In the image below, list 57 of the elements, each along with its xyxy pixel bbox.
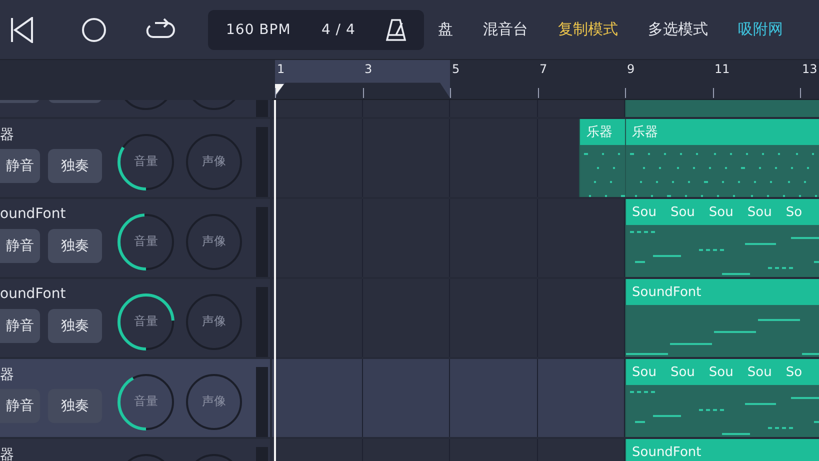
track-name: 器 bbox=[0, 126, 15, 144]
clip-label: 乐器 bbox=[586, 124, 612, 141]
clip-label: SoundFont bbox=[632, 444, 702, 460]
ruler-number: 9 bbox=[627, 62, 635, 76]
pan-knob[interactable]: 声像 bbox=[184, 292, 244, 352]
timeline-ruler[interactable]: 1 3 5 7 9 11 13 bbox=[272, 60, 819, 100]
track-name: 器 bbox=[0, 366, 15, 384]
track-header[interactable]: 器 bbox=[0, 439, 270, 461]
clip-label: Sou bbox=[708, 204, 734, 220]
metronome-icon[interactable] bbox=[386, 18, 406, 42]
menu-item[interactable]: 多选模式 bbox=[648, 20, 708, 39]
clip-label: So bbox=[786, 204, 802, 220]
pan-knob[interactable]: 声像 bbox=[184, 212, 244, 272]
menu-item[interactable]: 复制模式 bbox=[558, 20, 618, 39]
ruler-number: 3 bbox=[364, 62, 372, 76]
clip-label: Sou bbox=[632, 364, 656, 380]
clip-label: SoundFont bbox=[632, 284, 702, 300]
solo-button[interactable]: 独奏 bbox=[48, 309, 102, 343]
volume-knob[interactable]: 音量 bbox=[116, 212, 176, 272]
solo-button[interactable]: 独奏 bbox=[48, 389, 102, 423]
tempo-text[interactable]: 160 BPM bbox=[226, 22, 291, 38]
volume-knob[interactable]: 音量 bbox=[116, 292, 176, 352]
track-name: oundFont bbox=[0, 206, 67, 224]
menu-item[interactable]: 混音台 bbox=[483, 20, 528, 39]
clip-label: Sou bbox=[708, 364, 734, 380]
track-header[interactable]: oundFont 静音 独奏 音量 声像 bbox=[0, 279, 270, 357]
pan-knob[interactable]: 声像 bbox=[184, 132, 244, 192]
clip-label: Sou bbox=[747, 204, 772, 220]
menu-item[interactable]: 盘 bbox=[438, 20, 453, 39]
clip-label: Sou bbox=[670, 204, 695, 220]
track-name: 器 bbox=[0, 446, 15, 461]
ruler-number: 5 bbox=[452, 62, 460, 76]
solo-button[interactable]: 独奏 bbox=[48, 149, 102, 183]
clip-label: Sou bbox=[632, 204, 656, 220]
ruler-number: 11 bbox=[714, 62, 730, 76]
track-name: oundFont bbox=[0, 286, 67, 304]
track-header[interactable]: oundFont 静音 独奏 音量 声像 bbox=[0, 199, 270, 277]
volume-knob[interactable]: 音量 bbox=[116, 132, 176, 192]
level-meter bbox=[256, 366, 268, 436]
ruler-number: 1 bbox=[277, 62, 285, 76]
clip-label: So bbox=[786, 364, 802, 380]
menu-item[interactable]: 吸附网 bbox=[738, 20, 783, 39]
mute-button[interactable]: 静音 bbox=[0, 389, 40, 423]
track-header[interactable]: 器 静音 独奏 音量 声像 bbox=[0, 359, 270, 437]
skip-back-icon[interactable] bbox=[10, 16, 34, 42]
clip-label: Sou bbox=[670, 364, 695, 380]
mute-button[interactable]: 静音 bbox=[0, 149, 40, 183]
record-circle-icon[interactable] bbox=[81, 16, 107, 42]
clip-label: 乐器 bbox=[632, 124, 658, 141]
mute-button[interactable]: 静音 bbox=[0, 229, 40, 263]
solo-button[interactable]: 独奏 bbox=[48, 229, 102, 263]
ruler-number: 13 bbox=[802, 62, 818, 76]
mute-button[interactable]: 静音 bbox=[0, 309, 40, 343]
meter-text[interactable]: 4 / 4 bbox=[321, 22, 356, 38]
clip-label: Sou bbox=[747, 364, 772, 380]
track-header[interactable]: 器 静音 独奏 音量 声像 bbox=[0, 119, 270, 197]
ruler-number: 7 bbox=[540, 62, 548, 76]
